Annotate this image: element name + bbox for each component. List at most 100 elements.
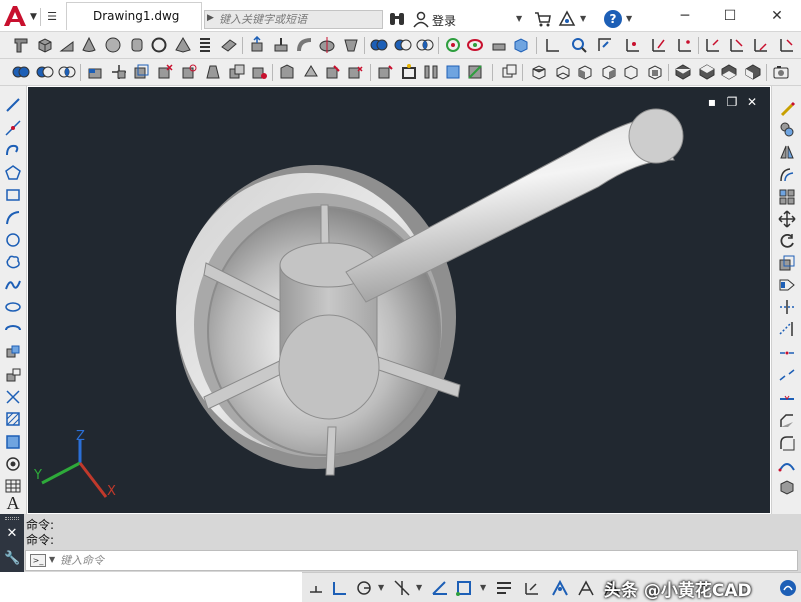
window-maximize-button[interactable]: ☐ <box>710 4 750 28</box>
customize-wrench-icon[interactable]: 🔧 <box>4 551 20 567</box>
subtract-icon[interactable] <box>394 36 412 54</box>
offset-faces-icon[interactable] <box>132 63 150 81</box>
ellipse-icon[interactable] <box>4 298 22 316</box>
command-input[interactable] <box>60 552 780 569</box>
arc-icon[interactable] <box>4 209 22 227</box>
blend-curves-icon[interactable] <box>778 456 796 474</box>
taper-faces-icon[interactable] <box>204 63 222 81</box>
lineweight-icon[interactable] <box>494 578 514 598</box>
rectangle-icon[interactable] <box>4 186 22 204</box>
offset-icon[interactable] <box>778 166 796 184</box>
gradient-icon[interactable] <box>4 433 22 451</box>
explode-icon[interactable] <box>778 478 796 496</box>
selection-cycling-icon[interactable] <box>550 578 570 598</box>
search-expand-icon[interactable]: ▶ <box>207 13 214 23</box>
make-block-icon[interactable] <box>4 366 22 384</box>
copy-faces-icon[interactable] <box>228 63 246 81</box>
sphere-icon[interactable] <box>104 36 122 54</box>
polyline-icon[interactable] <box>4 141 22 159</box>
intersect-icon[interactable] <box>416 36 434 54</box>
extrude-faces-icon[interactable] <box>86 63 104 81</box>
clean-icon[interactable] <box>346 63 364 81</box>
zoom-realtime-icon[interactable] <box>570 36 588 54</box>
se-isometric-icon[interactable] <box>698 63 716 81</box>
bottom-view-icon[interactable] <box>554 63 572 81</box>
ucs-origin-icon[interactable] <box>624 36 642 54</box>
pyramid-icon[interactable] <box>174 36 192 54</box>
section-plane-icon[interactable] <box>466 63 484 81</box>
annotation-scale-icon[interactable] <box>576 578 596 598</box>
array-icon[interactable] <box>778 188 796 206</box>
cylinder-icon[interactable] <box>128 36 146 54</box>
front-view-icon[interactable] <box>622 63 640 81</box>
right-view-icon[interactable] <box>600 63 618 81</box>
copy-icon[interactable] <box>778 120 796 138</box>
rotate-faces-icon[interactable] <box>180 63 198 81</box>
ortho-toggle-icon[interactable] <box>330 578 350 598</box>
command-input-box[interactable]: >_ ▼ <box>25 550 798 571</box>
login-dropdown-icon[interactable]: ▼ <box>516 14 522 23</box>
shell-icon[interactable] <box>400 63 418 81</box>
break-at-point-icon[interactable] <box>778 344 796 362</box>
trim-icon[interactable] <box>778 298 796 316</box>
help-icon[interactable]: ? <box>604 10 622 28</box>
exchange-apps-icon[interactable] <box>558 10 576 28</box>
back-view-icon[interactable] <box>646 63 664 81</box>
grip-icon[interactable] <box>5 517 19 520</box>
user-icon[interactable] <box>412 10 430 28</box>
exchange-dropdown-icon[interactable]: ▼ <box>580 14 586 23</box>
color-edges-icon[interactable] <box>302 63 320 81</box>
object-snap-dropdown-icon[interactable]: ▼ <box>480 583 486 592</box>
command-recent-dropdown-icon[interactable]: ▼ <box>49 555 55 564</box>
wedge-icon[interactable] <box>58 36 76 54</box>
interfere-icon[interactable] <box>444 36 462 54</box>
mirror-icon[interactable] <box>778 143 796 161</box>
window-close-button[interactable]: ✕ <box>757 4 797 28</box>
login-label[interactable]: 登录 <box>432 12 456 29</box>
polar-dropdown-icon[interactable]: ▼ <box>378 583 384 592</box>
drawing-viewport[interactable]: ▪ ❐ ✕ Z Y X <box>28 87 770 513</box>
search-input[interactable] <box>219 11 381 28</box>
stretch-icon[interactable] <box>778 276 796 294</box>
ne-isometric-icon[interactable] <box>720 63 738 81</box>
multiline-text-icon[interactable]: A <box>4 494 22 512</box>
sweep-icon[interactable] <box>296 36 314 54</box>
isodraft-icon[interactable] <box>392 578 412 598</box>
command-panel-handle[interactable]: ✕ 🔧 <box>0 514 24 572</box>
app-menu-dropdown-icon[interactable]: ▼ <box>30 12 37 22</box>
fillet-icon[interactable] <box>778 434 796 452</box>
union-icon[interactable] <box>370 36 388 54</box>
thicken-icon[interactable] <box>490 36 508 54</box>
revision-cloud-icon[interactable] <box>4 253 22 271</box>
top-view-icon[interactable] <box>530 63 548 81</box>
line-icon[interactable] <box>4 96 22 114</box>
polygon-icon[interactable] <box>4 164 22 182</box>
insert-block-icon[interactable] <box>4 343 22 361</box>
helix-icon[interactable] <box>196 36 214 54</box>
scale-icon[interactable] <box>778 254 796 272</box>
chamfer-icon[interactable] <box>778 412 796 430</box>
box-icon[interactable] <box>36 36 54 54</box>
copy-edges-icon[interactable] <box>278 63 296 81</box>
quick-access-dropdown-icon[interactable]: ☰ <box>44 9 60 25</box>
hatch-icon[interactable] <box>4 410 22 428</box>
revolve-icon[interactable] <box>318 36 336 54</box>
solid-history-icon[interactable] <box>444 63 462 81</box>
customization-icon[interactable] <box>778 578 798 598</box>
ucs-z-icon[interactable] <box>752 36 770 54</box>
planar-surface-icon[interactable] <box>220 36 238 54</box>
dynamic-ucs-icon[interactable] <box>522 578 542 598</box>
binoculars-search-icon[interactable] <box>388 10 406 28</box>
cart-icon[interactable] <box>534 10 552 28</box>
ellipse-arc-icon[interactable] <box>4 321 22 339</box>
point-icon[interactable] <box>4 388 22 406</box>
help-dropdown-icon[interactable]: ▼ <box>626 14 632 23</box>
camera-icon[interactable] <box>772 63 790 81</box>
spline-icon[interactable] <box>4 276 22 294</box>
search-box[interactable]: ▶ <box>204 10 383 29</box>
ucs-zaxis-icon[interactable] <box>650 36 668 54</box>
view-manager-icon[interactable] <box>500 63 518 81</box>
ucs-x-icon[interactable] <box>704 36 722 54</box>
ucs-y-icon[interactable] <box>728 36 746 54</box>
loft-icon[interactable] <box>342 36 360 54</box>
